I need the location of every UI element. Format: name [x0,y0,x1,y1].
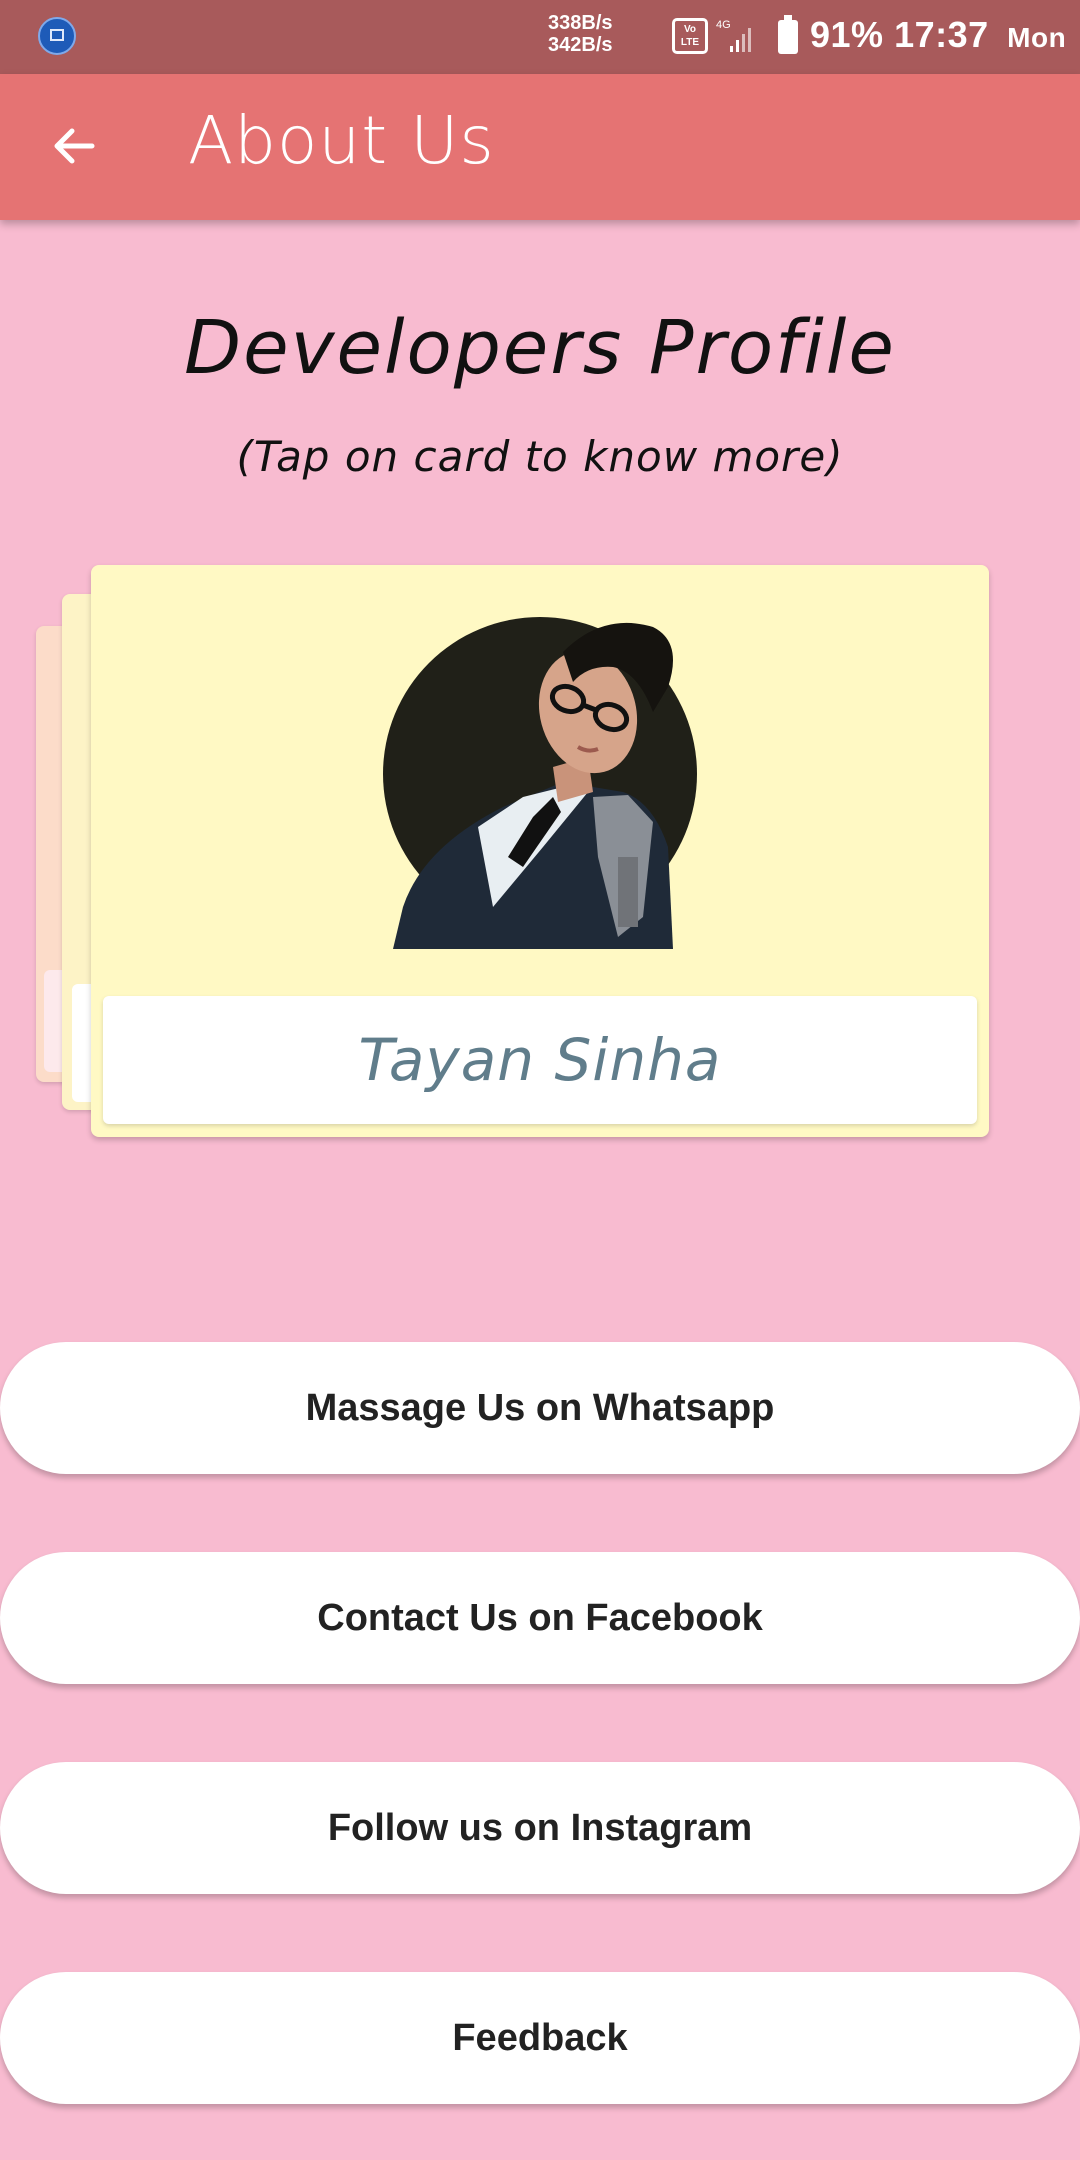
app-bar: About Us [0,74,1080,220]
whatsapp-button[interactable]: Massage Us on Whatsapp [0,1342,1080,1474]
network-speed: 338B/s 342B/s [548,12,660,56]
page-heading: Developers Profile [184,305,896,391]
developer-name: Tayan Sinha [358,1026,722,1094]
back-arrow-icon[interactable] [42,114,106,178]
developer-name-box: Tayan Sinha [103,996,977,1124]
network-type: 4G [716,19,731,31]
developer-profile-card[interactable]: Tayan Sinha [91,565,989,1137]
signal-icon: 4G [716,19,751,52]
clock: 17:37 [894,14,989,55]
battery-icon [778,15,798,54]
battery-percent: 91% [810,14,884,55]
instagram-button[interactable]: Follow us on Instagram [0,1762,1080,1894]
feedback-button[interactable]: Feedback [0,1972,1080,2104]
day: Mon [1007,22,1067,53]
facebook-button[interactable]: Contact Us on Facebook [0,1552,1080,1684]
status-bar: 338B/s 342B/s Vo LTE 4G 91% 17:37 Mon [0,0,1080,74]
page-subheading: (Tap on card to know more) [236,432,844,481]
volte-icon: Vo LTE [672,18,708,54]
gallery-notification-icon [38,17,76,55]
upload-speed: 338B/s [548,12,613,34]
app-bar-title: About Us [188,102,495,179]
developer-avatar [383,617,697,949]
status-right: 91% 17:37 Mon [810,14,1066,56]
download-speed: 342B/s [548,34,613,56]
